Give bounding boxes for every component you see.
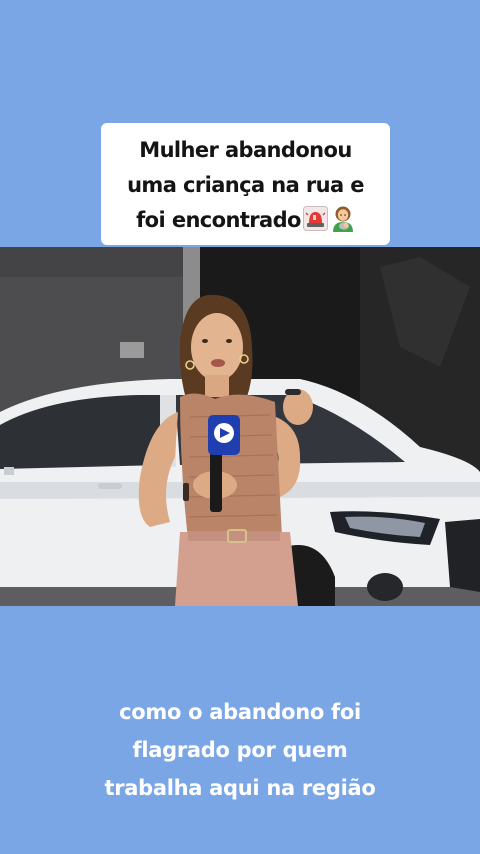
- car-grille: [445, 519, 480, 592]
- microphone: [210, 452, 222, 512]
- title-card: Mulher abandonou uma criança na rua e fo…: [101, 123, 390, 245]
- title-line-1: Mulher abandonou: [139, 138, 352, 162]
- reporter-face: [191, 313, 243, 381]
- reporter-pants: [175, 532, 298, 606]
- caption-line-3: trabalha aqui na região: [104, 776, 376, 800]
- caption-line-2: flagrado por quem: [132, 738, 348, 762]
- page-background: Mulher abandonou uma criança na rua e fo…: [0, 0, 480, 854]
- siren-icon: [302, 206, 328, 231]
- title-line-3-text: foi encontrado: [136, 208, 301, 232]
- video-scene: [0, 247, 480, 606]
- subtitle-caption: como o abandono foi flagrado por quem tr…: [0, 693, 480, 807]
- caption-line-1: como o abandono foi: [119, 700, 361, 724]
- news-video-frame[interactable]: [0, 247, 480, 606]
- wall-vent: [120, 342, 144, 358]
- woman-with-baby-icon: [331, 206, 355, 232]
- title-line-3: foi encontrado: [109, 203, 382, 238]
- title-line-2: uma criança na rua e: [127, 173, 364, 197]
